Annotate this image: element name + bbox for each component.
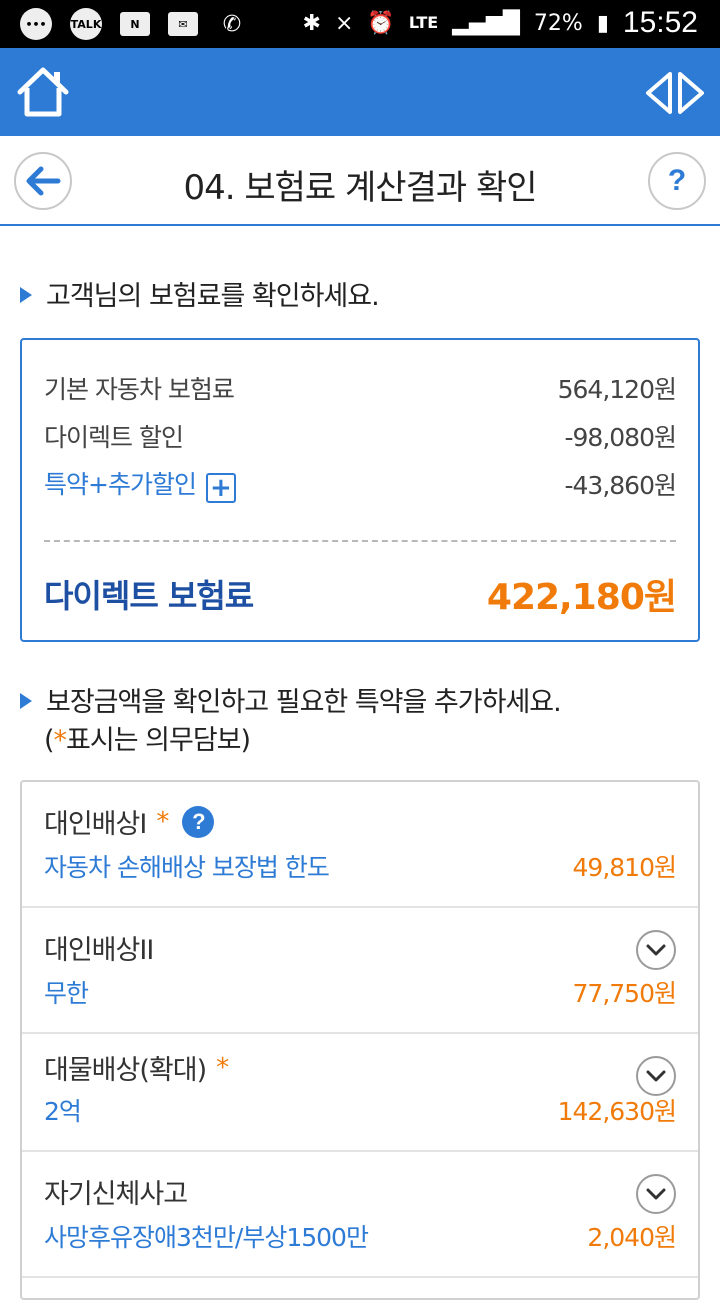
voicemail-icon: ✆ [222, 11, 242, 37]
chevron-down-icon[interactable] [636, 930, 676, 970]
clock: 15:52 [622, 6, 698, 39]
coverage-name: 대인배상I [44, 809, 147, 840]
summary-value: -98,080원 [564, 423, 677, 452]
coverage-item-property[interactable]: 대물배상(확대) * 2억 142,630원 [22, 1034, 698, 1152]
total-label: 다이렉트 보험료 [44, 577, 254, 615]
expand-plus-icon[interactable]: + [205, 473, 236, 504]
prev-next-button[interactable] [644, 70, 706, 116]
section-heading-text: 고객님의 보험료를 확인하세요. [46, 281, 380, 312]
summary-value: -43,860원 [564, 471, 677, 500]
coverage-name-wrap: 대인배상I * ? [44, 802, 215, 841]
section-heading-premium: 고객님의 보험료를 확인하세요. [20, 274, 380, 313]
talk-icon: TALK [70, 8, 102, 40]
summary-label: 다이렉트 할인 [44, 423, 184, 452]
coverage-desc: 자동차 손해배상 보장법 한도 [44, 853, 330, 882]
chat-icon: ••• [20, 8, 52, 40]
coverage-price: 2,040원 [587, 1223, 677, 1252]
status-bar: ••• TALK N ✉ ✆ ✱ ⨯ ⏰ LTE ▂▄▆█ 72% ▮ 15:5… [0, 0, 720, 48]
signal-icon: ▂▄▆█ [452, 10, 520, 36]
required-star: * [53, 725, 67, 756]
coverage-item-self-injury[interactable]: 자기신체사고 사망후유장애3천만/부상1500만 2,040원 [22, 1152, 698, 1278]
help-icon[interactable]: ? [182, 805, 215, 838]
battery-level: 72% [533, 10, 583, 36]
app-bar [0, 48, 720, 136]
divider [44, 540, 676, 542]
news-icon: N [120, 12, 150, 36]
coverage-item-bodily-2[interactable]: 대인배상II 무한 77,750원 [22, 908, 698, 1034]
chevron-down-icon[interactable] [636, 1056, 676, 1096]
coverage-desc: 사망후유장애3천만/부상1500만 [44, 1223, 369, 1252]
mute-icon: ⨯ [334, 10, 354, 36]
required-note: (*표시는 의무담보) [44, 718, 251, 757]
summary-value: 564,120원 [557, 375, 677, 404]
note-text: 표시는 의무담보) [66, 725, 251, 756]
prev-next-icon [646, 72, 704, 114]
triangle-bullet-icon [20, 693, 32, 709]
home-icon [17, 67, 69, 117]
coverage-desc: 무한 [44, 979, 89, 1008]
coverage-price: 49,810원 [572, 853, 677, 882]
triangle-bullet-icon [20, 287, 32, 303]
note-prefix: ( [44, 725, 55, 756]
total-value: 422,180원 [486, 577, 677, 618]
coverage-name: 대물배상(확대) [44, 1055, 207, 1086]
alarm-icon: ⏰ [367, 10, 395, 36]
summary-total: 다이렉트 보험료 422,180원 [44, 568, 677, 620]
required-star: * [156, 806, 169, 837]
extra-discount-wrap: 특약+추가할인 + [44, 465, 236, 504]
coverage-price: 77,750원 [572, 979, 677, 1008]
network-type: LTE [408, 13, 439, 32]
mail-icon: ✉ [168, 12, 198, 36]
summary-label: 특약+추가할인 [44, 469, 197, 499]
summary-row-base: 기본 자동차 보험료 564,120원 [44, 368, 677, 408]
page-title: 04. 보험료 계산결과 확인 [183, 168, 537, 208]
chevron-down-icon[interactable] [636, 1174, 676, 1214]
coverage-name-wrap: 대물배상(확대) * [44, 1048, 229, 1087]
summary-row-discount: 다이렉트 할인 -98,080원 [44, 416, 677, 456]
section-heading-text: 보장금액을 확인하고 필요한 특약을 추가하세요. [46, 687, 562, 718]
coverage-item-bodily-1[interactable]: 대인배상I * ? 자동차 손해배상 보장법 한도 49,810원 [22, 782, 698, 908]
battery-icon: ▮ [596, 10, 609, 36]
summary-label: 기본 자동차 보험료 [44, 375, 235, 404]
coverage-name: 자기신체사고 [44, 1179, 188, 1210]
home-button[interactable] [14, 64, 72, 120]
coverage-list: 대인배상I * ? 자동차 손해배상 보장법 한도 49,810원 대인배상II… [20, 780, 700, 1300]
summary-row-extra-discount[interactable]: 특약+추가할인 + -43,860원 [44, 464, 677, 504]
question-icon: ? [667, 164, 687, 197]
coverage-desc: 2억 [44, 1097, 82, 1126]
title-bar: 04. 보험료 계산결과 확인 ? [0, 136, 720, 226]
premium-summary: 기본 자동차 보험료 564,120원 다이렉트 할인 -98,080원 특약+… [20, 338, 700, 642]
bluetooth-icon: ✱ [302, 10, 321, 36]
coverage-price: 142,630원 [557, 1097, 677, 1126]
coverage-name: 대인배상II [44, 935, 154, 966]
help-button[interactable]: ? [648, 152, 706, 210]
section-heading-coverage: 보장금액을 확인하고 필요한 특약을 추가하세요. [20, 680, 562, 719]
required-star: * [216, 1052, 229, 1083]
